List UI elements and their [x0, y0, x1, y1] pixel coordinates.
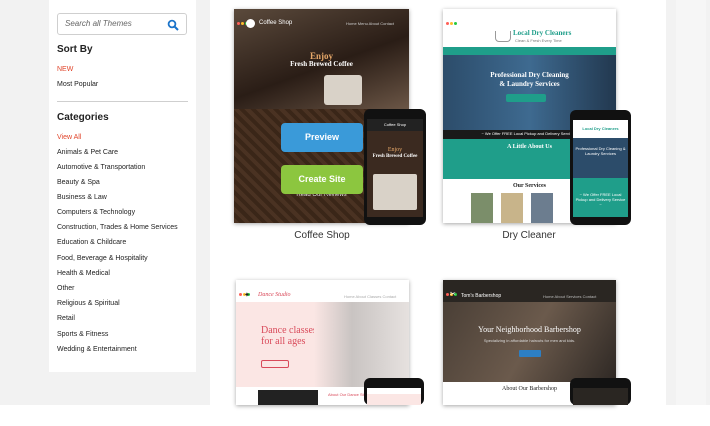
barber-phone-preview [570, 378, 631, 405]
theme-name-dry-cleaner[interactable]: Dry Cleaner [469, 230, 589, 241]
category-item[interactable]: Construction, Trades & Home Services [57, 224, 178, 231]
dancer-logo-icon: ✦ [244, 292, 250, 299]
category-item[interactable]: Other [57, 285, 75, 292]
dry-hero-line1: Professional Dry Cleaning [490, 71, 569, 79]
dry-phone-hero: Professional Dry Cleaning & Laundry Serv… [575, 146, 626, 156]
category-item[interactable]: Automotive & Transportation [57, 164, 145, 171]
barber-hero-line1: Your Neighborhood Barbershop [478, 325, 581, 334]
category-item[interactable]: Animals & Pet Care [57, 149, 118, 156]
right-gutter [666, 0, 710, 405]
coffee-phone-line1: Enjoy [387, 147, 403, 153]
coffee-mug-image [324, 75, 362, 105]
dance-phone-preview [364, 378, 424, 405]
category-item[interactable]: Beauty & Spa [57, 179, 100, 186]
dry-site-sub: Clean & Fresh Every Time [515, 38, 562, 43]
coffee-hero-line2: Fresh Brewed Coffee [290, 60, 353, 68]
dance-site-title: Dance Studio [258, 292, 291, 298]
dry-phone-offer: ~ We Offer FREE Local Pickup and Deliver… [575, 192, 626, 207]
category-item[interactable]: Food, Beverage & Hospitality [57, 255, 148, 262]
categories-heading: Categories [57, 112, 109, 123]
category-item[interactable]: Sports & Fitness [57, 331, 108, 338]
category-item[interactable]: Business & Law [57, 194, 107, 201]
dance-hero-line1: Dance classes [261, 325, 317, 336]
dry-phone-title: Local Dry Cleaners [582, 126, 619, 131]
barber-site-title: Tom's Barbershop [461, 293, 502, 299]
category-item[interactable]: Religious & Spiritual [57, 300, 120, 307]
search-placeholder: Search all Themes [65, 19, 132, 28]
barber-hero-line2: Specializing in affordable haircuts for … [483, 338, 576, 343]
dance-hero-line2: for all ages [261, 336, 306, 347]
coffee-phone-title: Coffee Shop [383, 122, 407, 127]
category-item[interactable]: Education & Childcare [57, 239, 126, 246]
category-item[interactable]: Health & Medical [57, 270, 110, 277]
create-site-button[interactable]: Create Site [281, 165, 363, 194]
theme-name-coffee-shop[interactable]: Coffee Shop [262, 230, 382, 241]
create-site-button-label: Create Site [298, 174, 346, 184]
search-icon[interactable] [167, 19, 179, 31]
category-item[interactable]: Retail [57, 315, 75, 322]
preview-button[interactable]: Preview [281, 123, 363, 152]
coffee-site-title: Coffee Shop [259, 20, 293, 26]
sort-option-new[interactable]: NEW [57, 66, 73, 73]
bottom-strip [0, 405, 710, 426]
hanger-logo-icon [495, 31, 511, 42]
dry-hero-line2: & Laundry Services [499, 80, 560, 88]
coffee-phone-preview: Coffee Shop Enjoy Fresh Brewed Coffee [364, 109, 426, 225]
barber-logo-icon: ✂ [450, 291, 456, 298]
coffee-logo-icon [246, 19, 255, 28]
dry-site-title: Local Dry Cleaners [513, 29, 572, 37]
search-input[interactable]: Search all Themes [57, 13, 187, 35]
sort-by-heading: Sort By [57, 44, 93, 55]
dry-phone-preview: Local Dry Cleaners Professional Dry Clea… [570, 110, 631, 225]
category-view-all[interactable]: View All [57, 134, 81, 141]
sort-option-most-popular[interactable]: Most Popular [57, 81, 98, 88]
coffee-phone-line2: Fresh Brewed Coffee [372, 154, 418, 159]
preview-button-label: Preview [304, 132, 340, 142]
category-item[interactable]: Computers & Technology [57, 209, 135, 216]
category-item[interactable]: Wedding & Entertainment [57, 346, 137, 353]
sidebar-divider [57, 101, 188, 102]
